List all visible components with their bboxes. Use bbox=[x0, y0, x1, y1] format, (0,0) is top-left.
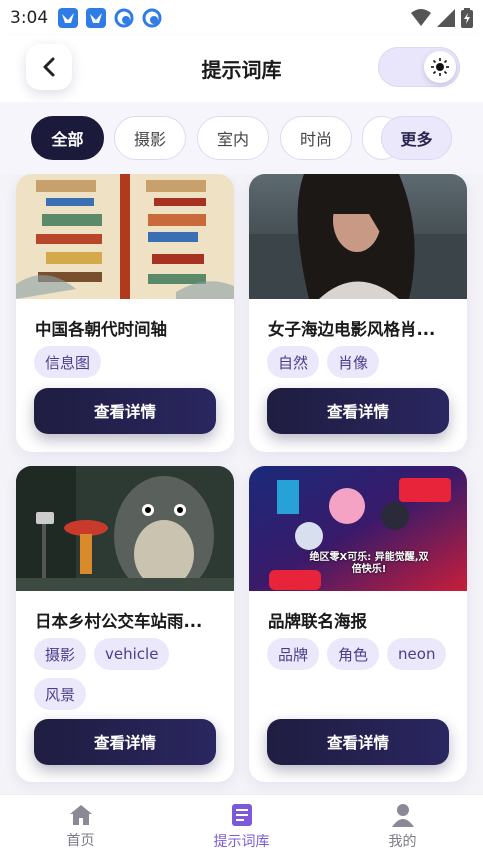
tag[interactable]: 品牌 bbox=[267, 638, 320, 670]
nav-label: 我的 bbox=[388, 834, 417, 850]
bird-app-icon bbox=[86, 8, 107, 28]
tag[interactable]: 自然 bbox=[267, 346, 320, 378]
status-bar: 3:04 bbox=[0, 0, 483, 36]
bottom-navigation: 首页 提示词库 我的 bbox=[0, 794, 483, 859]
view-details-button[interactable]: 查看详情 bbox=[34, 719, 216, 765]
tag[interactable]: 摄影 bbox=[34, 638, 87, 670]
tag[interactable]: vehicle bbox=[94, 638, 170, 670]
filter-chip-photography[interactable]: 摄影 bbox=[114, 116, 186, 160]
card-title: 品牌联名海报 bbox=[268, 612, 367, 631]
card-image-brand-poster: 绝区零X可乐: 异能觉醒,双倍快乐! bbox=[249, 466, 467, 591]
tag[interactable]: neon bbox=[387, 638, 447, 670]
status-time: 3:04 bbox=[10, 8, 49, 28]
signal-icon bbox=[437, 9, 455, 27]
view-details-button[interactable]: 查看详情 bbox=[267, 719, 449, 765]
bird-app-icon bbox=[58, 8, 79, 28]
card-title: 女子海边电影风格肖... bbox=[268, 320, 436, 339]
filter-chip-interior[interactable]: 室内 bbox=[197, 116, 269, 160]
notification-icons bbox=[58, 8, 162, 28]
card-image-bus-stop bbox=[16, 466, 234, 591]
prompt-card[interactable]: 绝区零X可乐: 异能觉醒,双倍快乐! 品牌联名海报 品牌 角色 neon 查看详… bbox=[249, 466, 467, 782]
tag[interactable]: 信息图 bbox=[34, 346, 102, 378]
profile-icon bbox=[391, 804, 414, 827]
filter-chip-fashion[interactable]: 时尚 bbox=[280, 116, 352, 160]
card-title: 日本乡村公交车站雨... bbox=[35, 612, 203, 631]
tag-list: 品牌 角色 neon bbox=[267, 638, 457, 670]
prompt-card-grid: 中国各朝代时间轴 信息图 查看详情 女子海边电影风格肖... 自然 肖像 查看详… bbox=[0, 174, 483, 794]
tag[interactable]: 肖像 bbox=[327, 346, 380, 378]
wifi-icon bbox=[411, 9, 431, 26]
card-image-timeline bbox=[16, 174, 234, 299]
card-image-portrait bbox=[249, 174, 467, 299]
home-icon bbox=[69, 805, 92, 825]
nav-item-profile[interactable]: 我的 bbox=[322, 795, 483, 859]
library-icon bbox=[231, 804, 252, 826]
view-details-button[interactable]: 查看详情 bbox=[267, 388, 449, 434]
nav-label: 首页 bbox=[66, 833, 95, 849]
filter-chip-all[interactable]: 全部 bbox=[31, 116, 104, 160]
category-filter-bar: 全部 摄影 室内 时尚 更多 bbox=[0, 102, 483, 174]
nav-item-library[interactable]: 提示词库 bbox=[161, 795, 322, 859]
theme-toggle[interactable] bbox=[378, 47, 460, 87]
nav-label: 提示词库 bbox=[213, 834, 270, 850]
view-details-button[interactable]: 查看详情 bbox=[34, 388, 216, 434]
sun-icon bbox=[424, 51, 456, 83]
prompt-card[interactable]: 女子海边电影风格肖... 自然 肖像 查看详情 bbox=[249, 174, 467, 452]
nav-item-home[interactable]: 首页 bbox=[0, 795, 161, 859]
tag-list: 摄影 vehicle 风景 bbox=[34, 638, 224, 710]
prompt-card[interactable]: 中国各朝代时间轴 信息图 查看详情 bbox=[16, 174, 234, 452]
app-header: 提示词库 bbox=[0, 36, 483, 102]
app-circle-icon bbox=[142, 8, 162, 28]
more-filters-button[interactable]: 更多 bbox=[381, 116, 452, 160]
tag-list: 信息图 bbox=[34, 346, 224, 378]
prompt-card[interactable]: 日本乡村公交车站雨... 摄影 vehicle 风景 查看详情 bbox=[16, 466, 234, 782]
battery-icon bbox=[461, 8, 473, 28]
app-circle-icon bbox=[114, 8, 134, 28]
tag[interactable]: 角色 bbox=[327, 638, 380, 670]
poster-caption: 绝区零X可乐: 异能觉醒,双倍快乐! bbox=[309, 552, 429, 575]
tag[interactable]: 风景 bbox=[34, 678, 87, 710]
tag-list: 自然 肖像 bbox=[267, 346, 457, 378]
card-title: 中国各朝代时间轴 bbox=[35, 320, 167, 339]
